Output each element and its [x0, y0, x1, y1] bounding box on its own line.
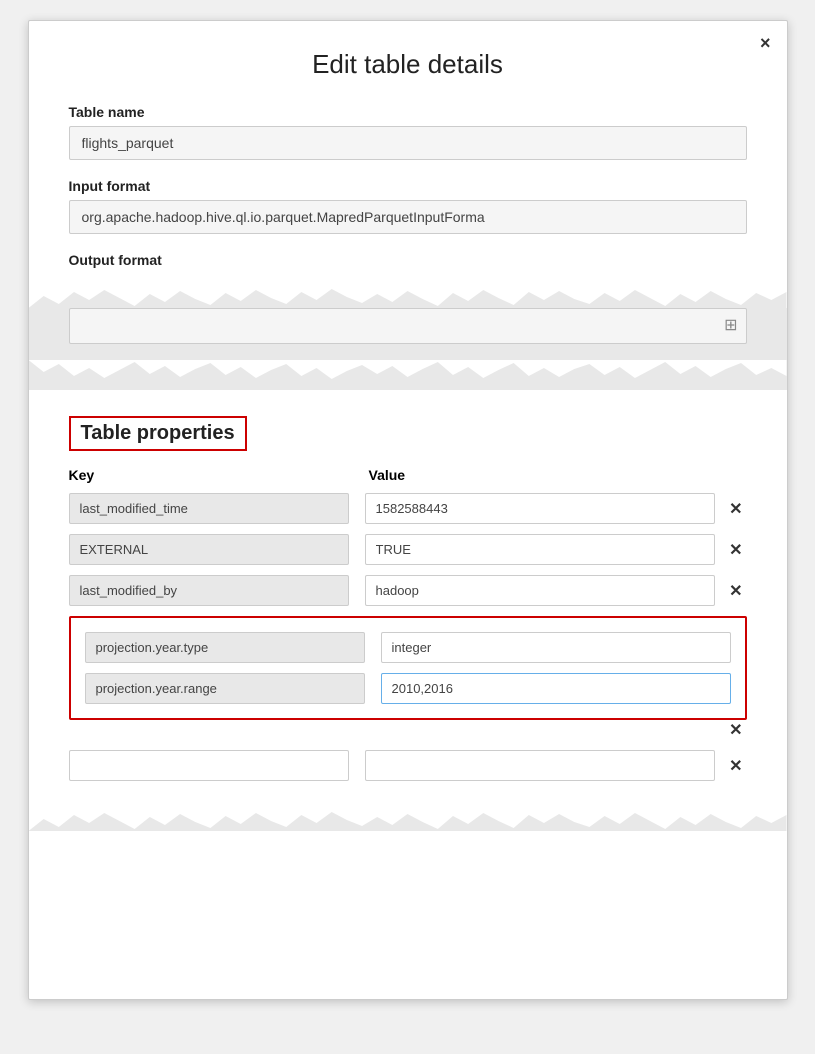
table-row: ✕ — [69, 575, 747, 606]
modal-title: Edit table details — [29, 21, 787, 104]
table-row: ✕ — [69, 493, 747, 524]
resize-icon: ⊞ — [724, 315, 737, 335]
table-name-input[interactable] — [69, 126, 747, 160]
empty-value-input[interactable] — [365, 750, 716, 781]
value-column-header: Value — [369, 467, 747, 483]
table-row: ✕ — [69, 534, 747, 565]
prop-value-input[interactable] — [365, 534, 716, 565]
projection-year-range-group — [69, 616, 747, 720]
delete-empty-row-button[interactable]: ✕ — [725, 756, 746, 776]
output-format-box: ⊞ — [69, 308, 747, 344]
column-headers: Key Value — [69, 467, 747, 483]
projection-type-value-input[interactable] — [381, 632, 731, 663]
delete-projection-button[interactable]: ✕ — [725, 720, 746, 740]
prop-key-input[interactable] — [69, 534, 349, 565]
empty-key-input[interactable] — [69, 750, 349, 781]
input-format-input[interactable] — [69, 200, 747, 234]
close-button[interactable]: × — [760, 33, 771, 54]
table-properties-header: Table properties — [69, 416, 247, 451]
prop-key-input[interactable] — [69, 575, 349, 606]
key-column-header: Key — [69, 467, 369, 483]
torn-edge-top — [29, 278, 787, 308]
prop-key-input[interactable] — [69, 493, 349, 524]
table-name-label: Table name — [69, 104, 747, 120]
projection-range-key-input[interactable] — [85, 673, 365, 704]
delete-row-button[interactable]: ✕ — [725, 581, 746, 601]
table-row — [85, 632, 731, 663]
delete-row-button[interactable]: ✕ — [725, 499, 746, 519]
output-format-label: Output format — [69, 252, 747, 268]
projection-range-value-input[interactable] — [381, 673, 731, 704]
modal-dialog: × Edit table details Table name Input fo… — [28, 20, 788, 1000]
prop-value-input[interactable] — [365, 575, 716, 606]
table-row — [85, 673, 731, 704]
delete-row-button[interactable]: ✕ — [725, 540, 746, 560]
projection-type-key-input[interactable] — [85, 632, 365, 663]
input-format-label: Input format — [69, 178, 747, 194]
bottom-torn-edge — [29, 801, 787, 831]
torn-edge-bottom — [29, 360, 787, 390]
middle-section: ⊞ — [29, 308, 787, 360]
prop-value-input[interactable] — [365, 493, 716, 524]
form-section: Table name Input format Output format — [29, 104, 787, 268]
empty-table-row: ✕ — [69, 750, 747, 781]
table-properties-section: Table properties Key Value ✕ ✕ ✕ — [29, 400, 787, 781]
